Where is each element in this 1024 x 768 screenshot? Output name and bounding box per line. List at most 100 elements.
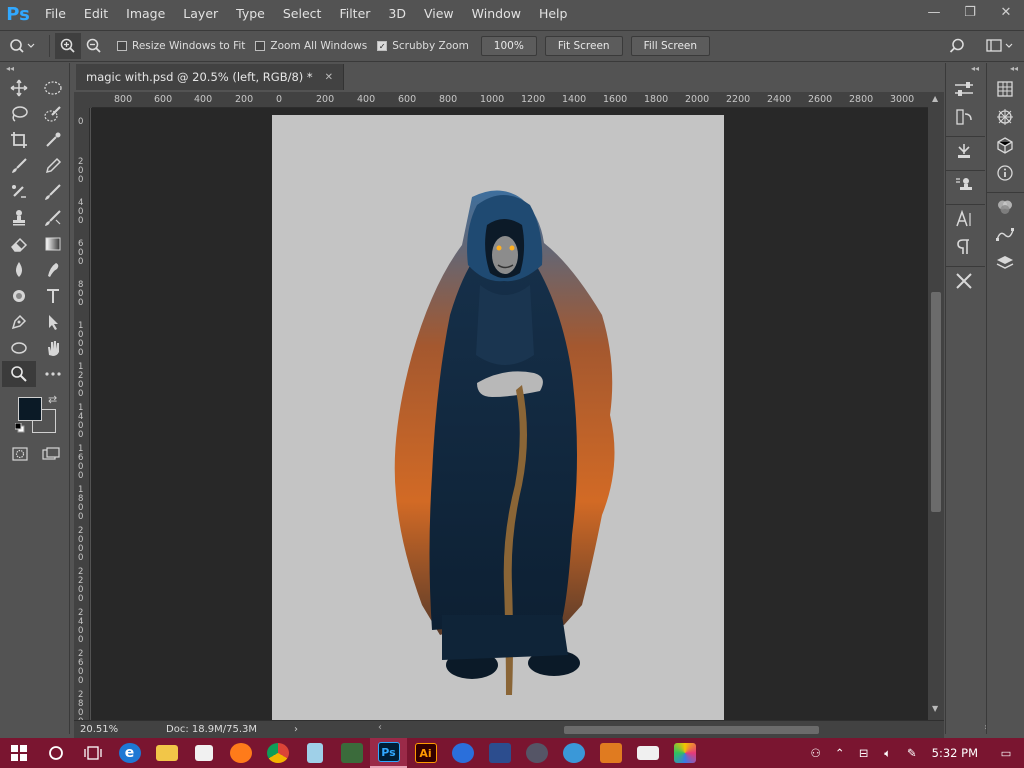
path-selection-icon[interactable]	[36, 309, 70, 335]
zoom-tool-preset-icon[interactable]	[0, 33, 44, 59]
scroll-up-icon[interactable]: ▲	[932, 94, 938, 103]
navigator-icon[interactable]	[987, 103, 1023, 131]
sublime-text-icon[interactable]	[592, 738, 629, 768]
photoshop-taskbar-icon[interactable]: Ps	[370, 738, 407, 768]
art-history-brush-icon[interactable]	[36, 205, 70, 231]
document-canvas[interactable]	[272, 115, 724, 720]
brush-settings-icon[interactable]	[946, 103, 982, 131]
volume-icon[interactable]: 🔈︎	[876, 746, 900, 761]
menu-help[interactable]: Help	[530, 0, 577, 28]
colorful-app-icon[interactable]	[666, 738, 703, 768]
expand-dock-icon[interactable]: ◂◂	[946, 63, 985, 75]
menu-view[interactable]: View	[415, 0, 463, 28]
clone-source-icon[interactable]	[946, 171, 982, 199]
lasso-icon[interactable]	[2, 101, 36, 127]
properties-panel-icon[interactable]	[946, 75, 982, 103]
default-colors-icon[interactable]	[14, 422, 25, 433]
store-icon[interactable]	[185, 738, 222, 768]
elliptical-marquee-icon[interactable]	[36, 75, 70, 101]
scroll-down-icon[interactable]: ▼	[932, 704, 938, 713]
edge-browser-icon[interactable]: e	[111, 738, 148, 768]
pen-icon[interactable]	[2, 309, 36, 335]
menu-layer[interactable]: Layer	[174, 0, 227, 28]
swatches-grid-icon[interactable]	[987, 75, 1023, 103]
screen-mode-icon[interactable]	[34, 443, 68, 465]
swap-colors-icon[interactable]: ⇄	[48, 393, 57, 406]
tray-chevron-icon[interactable]: ⌃	[828, 746, 852, 760]
zoom-tool-icon[interactable]	[2, 361, 36, 387]
fit-screen-button[interactable]: Fit Screen	[544, 36, 623, 56]
zoom-level-readout[interactable]: 20.51%	[74, 724, 134, 735]
zoom-all-windows-checkbox[interactable]: Zoom All Windows	[255, 40, 367, 52]
action-center-icon[interactable]: ▭	[988, 746, 1024, 760]
stamp-icon[interactable]	[2, 205, 36, 231]
horizontal-scroll-thumb[interactable]	[564, 726, 819, 734]
pen-workspace-icon[interactable]: ✎	[900, 746, 924, 760]
menu-edit[interactable]: Edit	[75, 0, 117, 28]
media-app-icon[interactable]	[518, 738, 555, 768]
tools-settings-icon[interactable]	[946, 267, 982, 295]
menu-file[interactable]: File	[36, 0, 75, 28]
app-stack-icon[interactable]	[481, 738, 518, 768]
document-tab[interactable]: magic with.psd @ 20.5% (left, RGB/8) * ✕	[76, 64, 345, 90]
scroll-left-icon[interactable]: ‹	[378, 722, 382, 733]
pencil-icon[interactable]	[36, 153, 70, 179]
search-icon[interactable]	[944, 33, 970, 59]
expand-panels-icon[interactable]: ◂◂	[987, 63, 1024, 75]
scrubby-zoom-checkbox[interactable]: ✓ Scrubby Zoom	[377, 40, 469, 52]
fill-screen-button[interactable]: Fill Screen	[630, 36, 711, 56]
foreground-color-swatch[interactable]	[18, 397, 42, 421]
move-tool-icon[interactable]	[2, 75, 36, 101]
gradient-icon[interactable]	[36, 231, 70, 257]
more-tools-icon[interactable]	[36, 361, 70, 387]
vertical-ruler[interactable]: 0 200 400 600 800 1000 1200 1400 1600 18…	[74, 108, 90, 720]
firefox-icon[interactable]	[222, 738, 259, 768]
channels-icon[interactable]	[987, 193, 1023, 221]
minimize-button[interactable]: —	[916, 0, 952, 24]
quick-selection-icon[interactable]	[36, 101, 70, 127]
dodge-icon[interactable]	[2, 283, 36, 309]
mail-icon[interactable]	[629, 738, 666, 768]
canvas-area[interactable]	[91, 108, 928, 720]
horizontal-ruler[interactable]: 800 600 400 200 0 200 400 600 800 1000 1…	[92, 92, 928, 108]
hand-rotate-icon[interactable]	[36, 335, 70, 361]
windows-start-icon[interactable]	[0, 738, 37, 768]
eyedropper-icon[interactable]	[36, 127, 70, 153]
smudge-icon[interactable]	[36, 257, 70, 283]
menu-image[interactable]: Image	[117, 0, 174, 28]
menu-3d[interactable]: 3D	[379, 0, 415, 28]
chrome-icon[interactable]	[259, 738, 296, 768]
layers-icon[interactable]	[987, 249, 1023, 277]
eraser-icon[interactable]	[2, 231, 36, 257]
firefox-dev-icon[interactable]	[444, 738, 481, 768]
task-view-icon[interactable]	[74, 738, 111, 768]
quick-mask-icon[interactable]	[6, 443, 34, 465]
blur-icon[interactable]	[2, 257, 36, 283]
vertical-scroll-thumb[interactable]	[931, 292, 941, 512]
status-menu-icon[interactable]: ›	[294, 724, 298, 735]
crop-icon[interactable]	[2, 127, 36, 153]
paragraph-panel-icon[interactable]	[946, 233, 982, 261]
clock[interactable]: 5:32 PM	[924, 746, 988, 760]
illustrator-taskbar-icon[interactable]: Ai	[407, 738, 444, 768]
vertical-scrollbar[interactable]: ▲ ▼	[928, 92, 944, 720]
notepad-icon[interactable]	[296, 738, 333, 768]
collapse-toolbar-icon[interactable]: ◂◂	[0, 63, 69, 75]
zoom-level-button[interactable]: 100%	[480, 36, 537, 56]
horizontal-scrollbar[interactable]: ‹ ›	[378, 722, 989, 736]
type-tool-icon[interactable]	[36, 283, 70, 309]
globe-app-icon[interactable]	[555, 738, 592, 768]
info-icon[interactable]	[987, 159, 1023, 187]
network-icon[interactable]: ⊟	[852, 746, 876, 760]
menu-type[interactable]: Type	[227, 0, 274, 28]
close-tab-icon[interactable]: ✕	[325, 72, 333, 83]
paths-icon[interactable]	[987, 221, 1023, 249]
workspace-switcher-icon[interactable]	[980, 33, 1020, 59]
brush-icon[interactable]	[2, 153, 36, 179]
cortana-search-icon[interactable]	[37, 738, 74, 768]
spreadsheet-app-icon[interactable]	[333, 738, 370, 768]
file-explorer-icon[interactable]	[148, 738, 185, 768]
zoom-in-icon[interactable]	[55, 33, 81, 59]
3d-panel-icon[interactable]	[987, 131, 1023, 159]
character-panel-icon[interactable]	[946, 205, 982, 233]
